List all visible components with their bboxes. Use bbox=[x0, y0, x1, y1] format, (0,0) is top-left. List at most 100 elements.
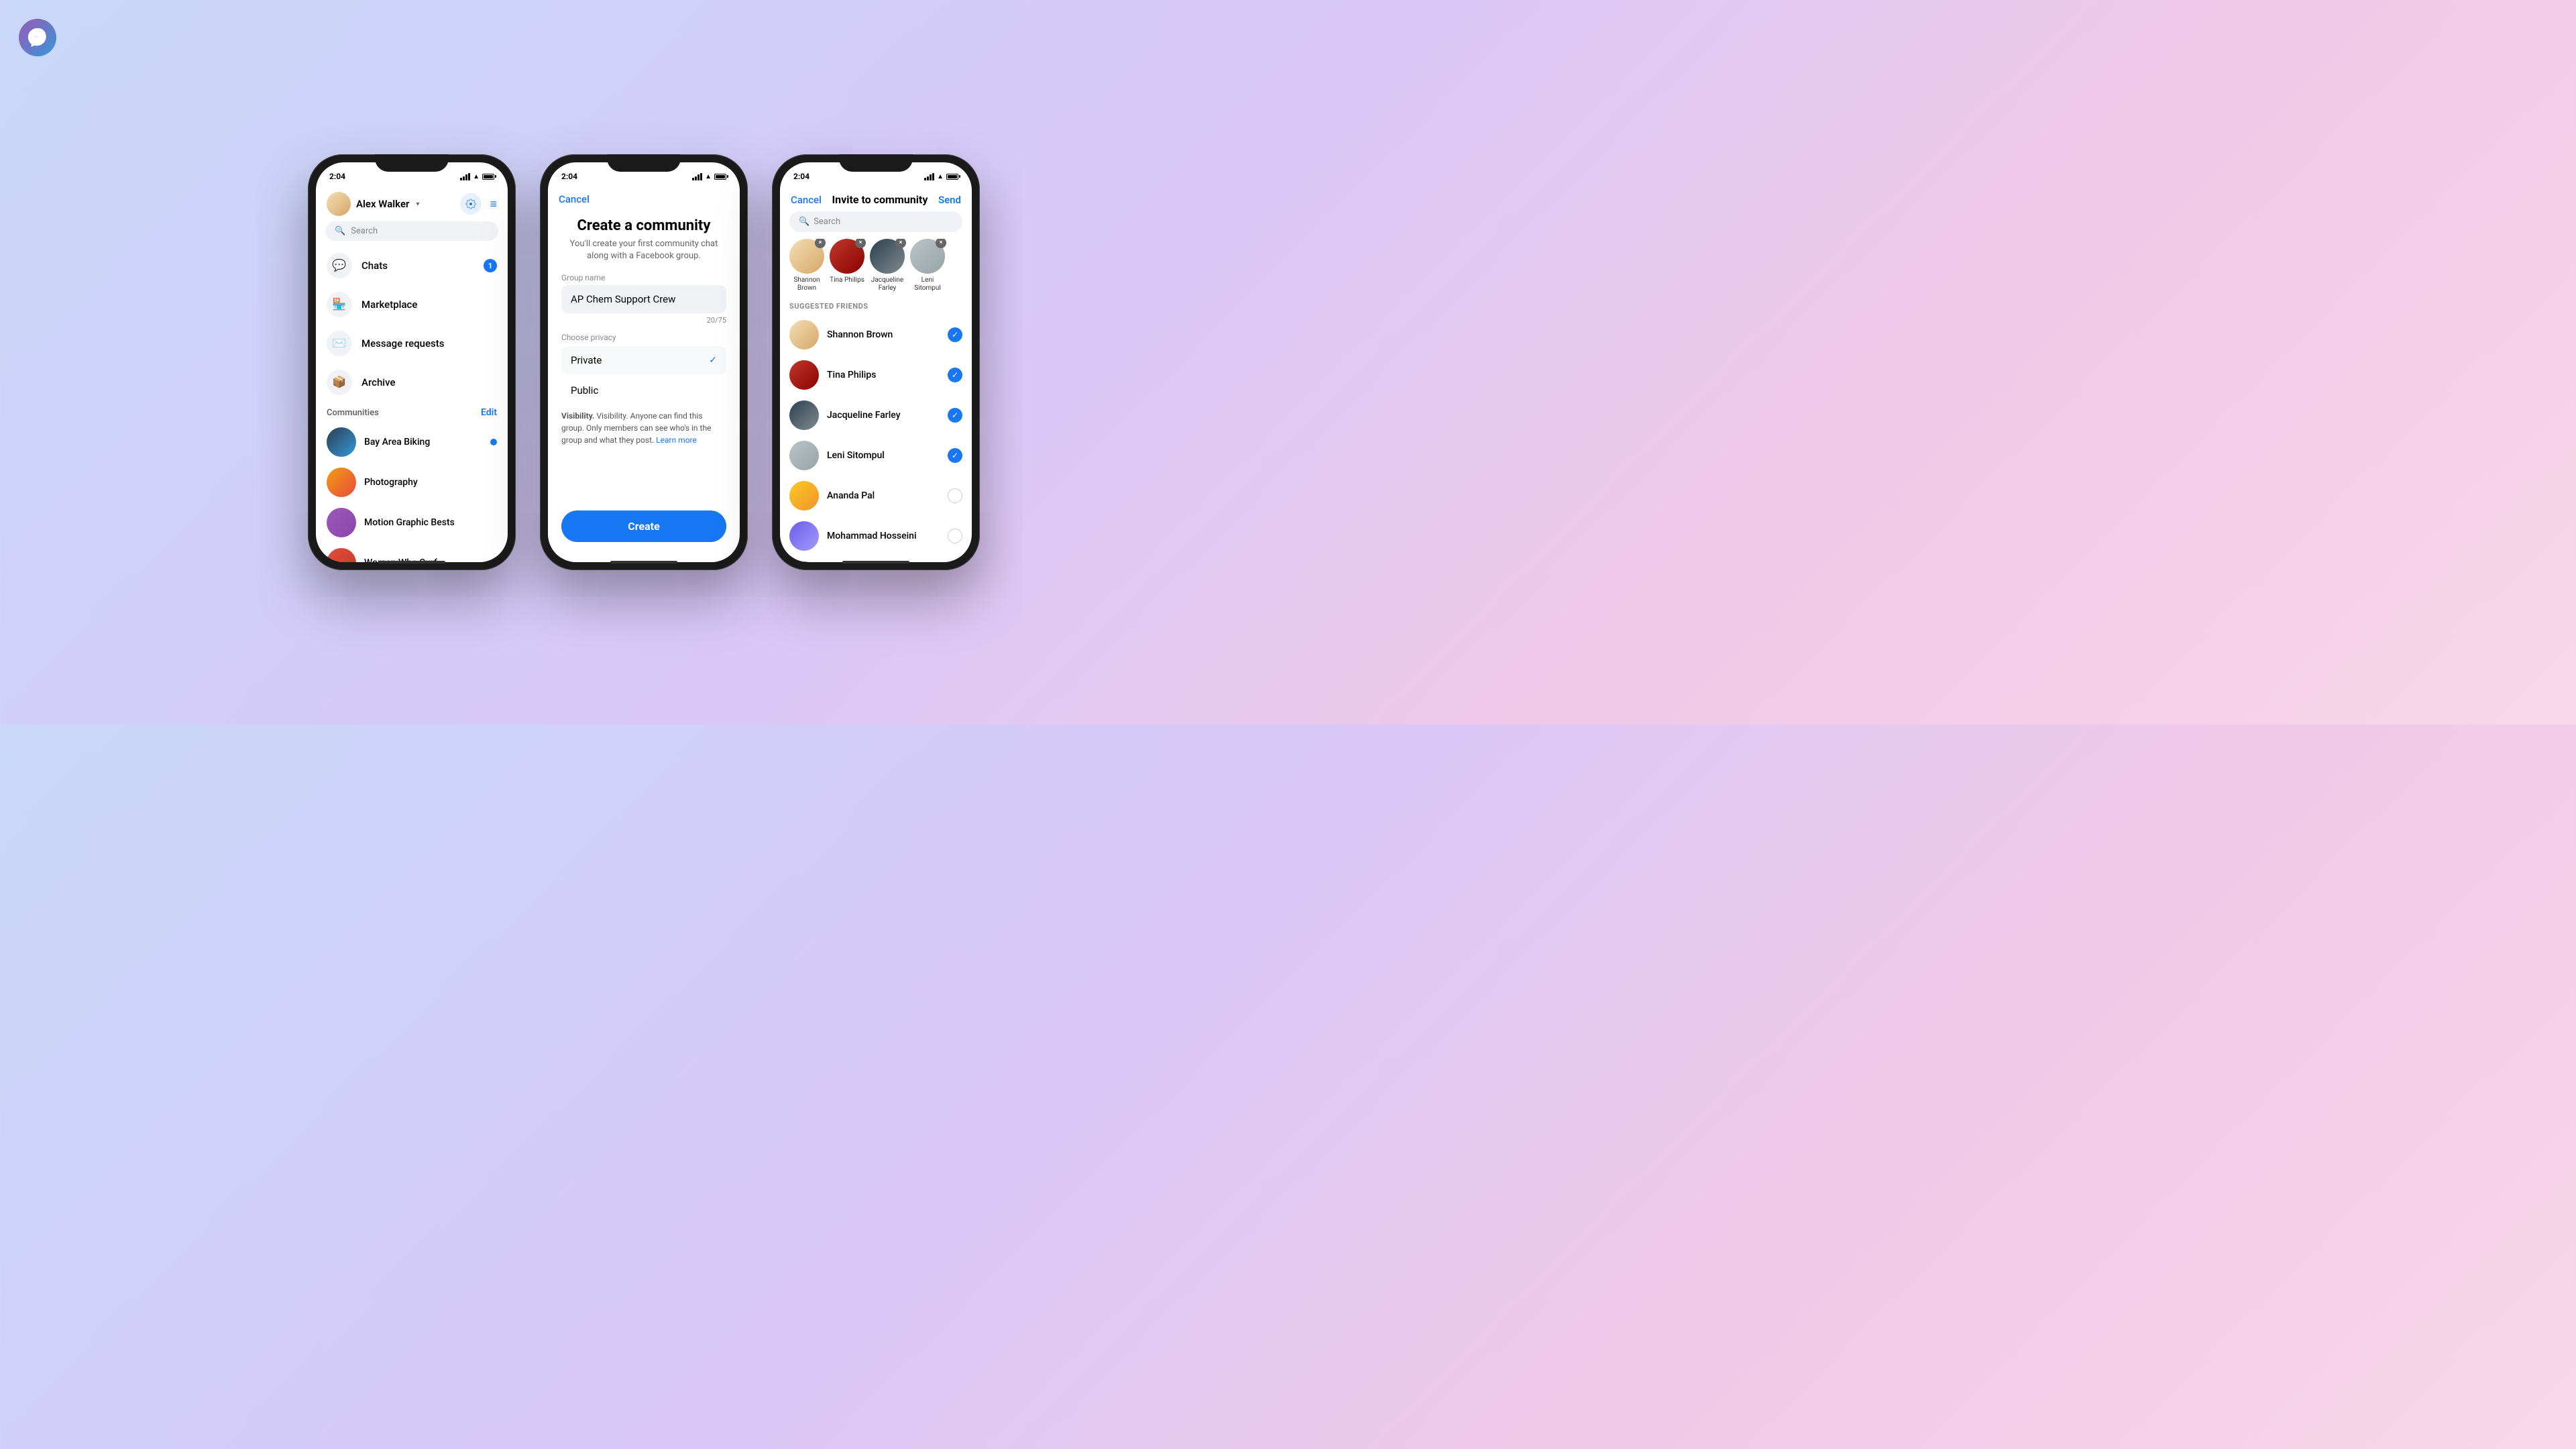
phone-2: 2:04 ▲ Cancel bbox=[540, 154, 748, 570]
remove-leni-button[interactable]: × bbox=[936, 239, 946, 248]
settings-button[interactable] bbox=[460, 193, 482, 215]
selected-item-shannon[interactable]: × ShannonBrown bbox=[789, 239, 824, 292]
nav-item-message-requests[interactable]: ✉️ Message requests bbox=[316, 324, 508, 363]
friend-item-tina[interactable]: Tina Philips ✓ bbox=[780, 355, 972, 395]
create-community-title: Create a community bbox=[561, 217, 726, 234]
selected-leni-avatar: × bbox=[910, 239, 945, 274]
invite-cancel-button[interactable]: Cancel bbox=[791, 194, 822, 206]
messenger-logo bbox=[19, 19, 56, 56]
communities-section-header: Communities Edit bbox=[316, 402, 508, 422]
create-community-content: Create a community You'll create your fi… bbox=[548, 212, 740, 504]
friend-james-avatar bbox=[789, 561, 819, 562]
visibility-description: Visibility. Visibility. Anyone can find … bbox=[561, 410, 726, 446]
phone-1: 2:04 ▲ Alex bbox=[308, 154, 516, 570]
remove-jacqueline-button[interactable]: × bbox=[895, 239, 906, 248]
phone2-top-bar: Cancel bbox=[548, 186, 740, 212]
phone1-time: 2:04 bbox=[329, 172, 345, 181]
friend-shannon-checkbox[interactable]: ✓ bbox=[948, 327, 962, 342]
phone1-user[interactable]: Alex Walker ▾ bbox=[327, 192, 419, 216]
friend-tina-checkbox[interactable]: ✓ bbox=[948, 368, 962, 382]
community-biking-name: Bay Area Biking bbox=[364, 437, 430, 447]
friend-leni-avatar bbox=[789, 441, 819, 470]
selected-leni-name: LeniSitompul bbox=[914, 276, 941, 292]
private-label: Private bbox=[571, 354, 602, 366]
phone2-notch bbox=[607, 154, 681, 172]
communities-edit-button[interactable]: Edit bbox=[481, 407, 497, 418]
create-community-subtitle: You'll create your first community chat … bbox=[561, 238, 726, 262]
public-label: Public bbox=[571, 384, 598, 396]
friend-item-mohammad[interactable]: Mohammad Hosseini bbox=[780, 516, 972, 556]
selected-shannon-name: ShannonBrown bbox=[793, 276, 820, 292]
friend-mohammad-avatar bbox=[789, 521, 819, 551]
selected-jacqueline-name: JacquelineFarley bbox=[871, 276, 903, 292]
phone1-header-icons: ≡ bbox=[460, 193, 497, 215]
remove-tina-button[interactable]: × bbox=[855, 239, 866, 248]
community-item-biking[interactable]: Bay Area Biking bbox=[316, 422, 508, 462]
phone3-battery-icon bbox=[946, 174, 958, 180]
privacy-private-option[interactable]: Private ✓ bbox=[561, 346, 726, 374]
community-photo-avatar bbox=[327, 468, 356, 497]
friend-item-leni[interactable]: Leni Sitompul ✓ bbox=[780, 435, 972, 476]
search-bar[interactable]: 🔍 Search bbox=[325, 221, 498, 241]
friend-ananda-avatar bbox=[789, 481, 819, 511]
invite-search-placeholder: Search bbox=[814, 217, 840, 227]
nav-item-archive[interactable]: 📦 Archive bbox=[316, 363, 508, 402]
nav-item-marketplace[interactable]: 🏪 Marketplace bbox=[316, 285, 508, 324]
invite-send-button[interactable]: Send bbox=[938, 194, 961, 206]
chevron-down-icon: ▾ bbox=[416, 201, 419, 208]
phone3-notch bbox=[839, 154, 913, 172]
create-community-cancel-button[interactable]: Cancel bbox=[559, 193, 590, 205]
community-motion-name: Motion Graphic Bests bbox=[364, 517, 455, 528]
phone2-status-icons: ▲ bbox=[692, 173, 726, 180]
privacy-public-option[interactable]: Public bbox=[561, 376, 726, 405]
friend-leni-checkbox[interactable]: ✓ bbox=[948, 448, 962, 463]
phone2-screen: 2:04 ▲ Cancel bbox=[548, 162, 740, 562]
community-item-motion[interactable]: Motion Graphic Bests bbox=[316, 502, 508, 543]
group-name-label: Group name bbox=[561, 273, 726, 282]
community-item-photography[interactable]: Photography bbox=[316, 462, 508, 502]
phone1-header: Alex Walker ▾ ≡ bbox=[316, 186, 508, 221]
selected-tina-name: Tina Philips bbox=[830, 276, 864, 284]
community-item-surf[interactable]: Women Who Surf bbox=[316, 543, 508, 562]
selected-tina-avatar: × bbox=[830, 239, 864, 274]
chats-icon: 💬 bbox=[327, 253, 352, 278]
create-button-container: Create bbox=[548, 504, 740, 562]
phone1-notch bbox=[375, 154, 449, 172]
archive-label: Archive bbox=[361, 376, 395, 388]
friend-item-jacqueline[interactable]: Jacqueline Farley ✓ bbox=[780, 395, 972, 435]
selected-item-leni[interactable]: × LeniSitompul bbox=[910, 239, 945, 292]
chats-label: Chats bbox=[361, 260, 388, 272]
community-photography-name: Photography bbox=[364, 477, 418, 488]
selected-item-jacqueline[interactable]: × JacquelineFarley bbox=[870, 239, 905, 292]
phone3-top-bar: Cancel Invite to community Send bbox=[780, 186, 972, 211]
phone1-signal bbox=[460, 173, 470, 180]
menu-button[interactable]: ≡ bbox=[490, 197, 497, 211]
friend-ananda-checkbox[interactable] bbox=[948, 488, 962, 503]
message-requests-label: Message requests bbox=[361, 337, 444, 350]
selected-item-tina[interactable]: × Tina Philips bbox=[830, 239, 864, 292]
community-biking-avatar bbox=[327, 427, 356, 457]
friend-jacqueline-checkbox[interactable]: ✓ bbox=[948, 408, 962, 423]
phone1-avatar bbox=[327, 192, 351, 216]
archive-icon: 📦 bbox=[327, 370, 352, 395]
community-biking-dot bbox=[490, 439, 497, 445]
invite-search-bar[interactable]: 🔍 Search bbox=[789, 211, 962, 232]
friend-jacqueline-avatar bbox=[789, 400, 819, 430]
remove-shannon-button[interactable]: × bbox=[815, 239, 826, 248]
phone3-signal bbox=[924, 173, 934, 180]
group-name-input[interactable]: AP Chem Support Crew bbox=[561, 285, 726, 313]
friend-item-ananda[interactable]: Ananda Pal bbox=[780, 476, 972, 516]
create-big-button[interactable]: Create bbox=[561, 511, 726, 542]
friend-jacqueline-name: Jacqueline Farley bbox=[827, 410, 940, 421]
selected-shannon-avatar: × bbox=[789, 239, 824, 274]
communities-section-title: Communities bbox=[327, 408, 379, 418]
phone-3: 2:04 ▲ Cancel Invite to c bbox=[772, 154, 980, 570]
learn-more-link[interactable]: Learn more bbox=[656, 435, 697, 445]
friend-item-shannon[interactable]: Shannon Brown ✓ bbox=[780, 315, 972, 355]
marketplace-icon: 🏪 bbox=[327, 292, 352, 317]
friend-ananda-name: Ananda Pal bbox=[827, 490, 940, 501]
message-requests-icon: ✉️ bbox=[327, 331, 352, 356]
invite-search-icon: 🔍 bbox=[799, 217, 809, 227]
friend-mohammad-checkbox[interactable] bbox=[948, 529, 962, 543]
nav-item-chats[interactable]: 💬 Chats 1 bbox=[316, 246, 508, 285]
